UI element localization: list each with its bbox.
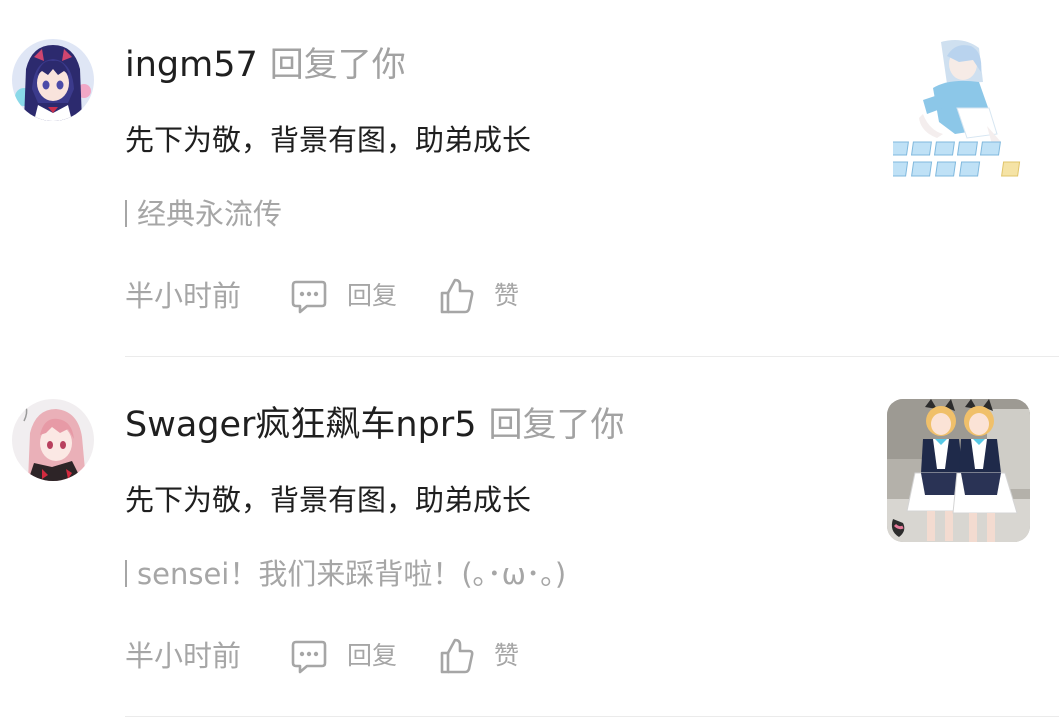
reply-text: 先下为敬，背景有图，助弟成长 [125,483,532,517]
notification-item[interactable]: Swager疯狂飙车npr5 回复了你 先下为敬，背景有图，助弟成长 sensei… [0,360,1059,720]
like-button[interactable]: 赞 [494,634,519,678]
quote-text: 经典永流传 [137,197,283,231]
thumbs-up-icon[interactable] [439,277,475,315]
comment-thumbnail[interactable] [887,399,1030,542]
thumbs-up-icon[interactable] [439,637,475,675]
action-text: 回复了你 [488,405,625,445]
action-text: 回复了你 [269,45,406,85]
reply-text: 先下为敬，背景有图，助弟成长 [125,123,532,157]
comment-bubble-icon[interactable] [290,639,328,675]
user-avatar[interactable] [12,39,94,121]
divider [125,716,1059,717]
comment-thumbnail[interactable] [893,38,1028,183]
username[interactable]: Swager疯狂飙车npr5 [125,405,477,445]
reply-button[interactable]: 回复 [347,634,397,678]
notification-item[interactable]: ingm57 回复了你 先下为敬，背景有图，助弟成长 经典永流传 半小时前 回复 … [0,0,1059,360]
divider [125,356,1059,357]
quote-bar [125,200,127,227]
like-button[interactable]: 赞 [494,274,519,318]
timestamp: 半小时前 [125,639,242,673]
username[interactable]: ingm57 [125,45,258,85]
user-avatar[interactable] [12,399,94,481]
notification-header: ingm57 回复了你 [125,40,406,90]
quoted-comment[interactable]: 经典永流传 [125,192,282,236]
notification-header: Swager疯狂飙车npr5 回复了你 [125,400,625,450]
reply-button[interactable]: 回复 [347,274,397,318]
timestamp: 半小时前 [125,279,242,313]
quote-bar [125,560,127,587]
quoted-comment[interactable]: sensei！我们来踩背啦！(｡･ω･｡) [125,552,566,596]
comment-bubble-icon[interactable] [290,279,328,315]
quote-text: sensei！我们来踩背啦！(｡･ω･｡) [137,557,567,591]
